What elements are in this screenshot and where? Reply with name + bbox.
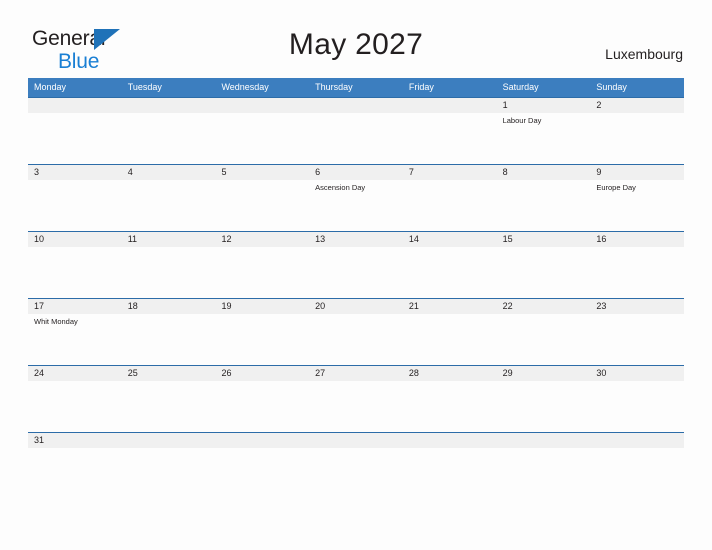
day-cell[interactable]: 13: [309, 232, 403, 298]
page-header: General Blue May 2027 Luxembourg: [0, 0, 712, 78]
day-cell[interactable]: 27: [309, 366, 403, 432]
week-row: 3 4 5 6 Ascension Day 7 8 9 Europe Day: [28, 164, 684, 231]
day-number: 27: [315, 368, 326, 378]
day-number: 16: [596, 234, 607, 244]
day-number: 7: [408, 167, 414, 177]
day-number: 9: [596, 167, 602, 177]
weekday-header-saturday: Saturday: [502, 82, 539, 92]
day-cell[interactable]: 23: [590, 299, 684, 365]
day-cell[interactable]: 31: [28, 433, 122, 456]
day-cell[interactable]: 18: [122, 299, 216, 365]
day-cell[interactable]: 24: [28, 366, 122, 432]
day-event: Whit Monday: [34, 317, 78, 326]
day-number: 11: [127, 234, 138, 244]
weekday-header-thursday: Thursday: [315, 82, 353, 92]
day-cell[interactable]: 9 Europe Day: [590, 165, 684, 231]
day-cell[interactable]: 8: [497, 165, 591, 231]
day-number: 18: [127, 301, 138, 311]
day-number: 21: [408, 301, 419, 311]
day-number: 15: [502, 234, 513, 244]
day-number: 13: [315, 234, 326, 244]
day-cell[interactable]: 12: [215, 232, 309, 298]
day-cell[interactable]: 7: [403, 165, 497, 231]
week-row: 17 Whit Monday 18 19 20 21 22 23: [28, 298, 684, 365]
day-number: 4: [127, 167, 133, 177]
day-cell[interactable]: 14: [403, 232, 497, 298]
calendar-grid: Monday Tuesday Wednesday Thursday Friday…: [28, 78, 684, 456]
day-number: 6: [315, 167, 321, 177]
day-cell[interactable]: 10: [28, 232, 122, 298]
day-number: 3: [34, 167, 40, 177]
day-cell[interactable]: 28: [403, 366, 497, 432]
day-number: 24: [34, 368, 45, 378]
day-cell[interactable]: 16: [590, 232, 684, 298]
day-number: 23: [596, 301, 607, 311]
day-cell[interactable]: 15: [497, 232, 591, 298]
day-number: 28: [408, 368, 419, 378]
day-number: 30: [596, 368, 607, 378]
day-number: 29: [502, 368, 513, 378]
day-cell[interactable]: [122, 433, 216, 456]
day-cell[interactable]: 5: [215, 165, 309, 231]
day-cell[interactable]: 20: [309, 299, 403, 365]
day-cell[interactable]: 21: [403, 299, 497, 365]
country-label: Luxembourg: [605, 46, 683, 62]
weekday-header-sunday: Sunday: [596, 82, 627, 92]
day-cell[interactable]: [309, 98, 403, 164]
day-cell[interactable]: [590, 433, 684, 456]
day-cell[interactable]: 30: [590, 366, 684, 432]
day-cell[interactable]: [28, 98, 122, 164]
day-cell[interactable]: 1 Labour Day: [497, 98, 591, 164]
day-event: Ascension Day: [315, 183, 366, 192]
day-cell[interactable]: 3: [28, 165, 122, 231]
day-cell[interactable]: [215, 98, 309, 164]
day-number: 1: [502, 100, 508, 110]
day-cell[interactable]: [403, 98, 497, 164]
day-cell[interactable]: [403, 433, 497, 456]
day-cell[interactable]: [215, 433, 309, 456]
day-event: Europe Day: [596, 183, 636, 192]
day-cell[interactable]: 4: [122, 165, 216, 231]
day-cell[interactable]: 6 Ascension Day: [309, 165, 403, 231]
day-cell[interactable]: [122, 98, 216, 164]
day-cell[interactable]: 2: [590, 98, 684, 164]
weekday-header-row: Monday Tuesday Wednesday Thursday Friday…: [28, 78, 684, 97]
weekday-header-tuesday: Tuesday: [127, 82, 162, 92]
day-number: 14: [408, 234, 419, 244]
day-number: 5: [221, 167, 227, 177]
week-row: 24 25 26 27 28 29 30: [28, 365, 684, 432]
day-number: 22: [502, 301, 513, 311]
day-cell[interactable]: 19: [215, 299, 309, 365]
weekday-header-wednesday: Wednesday: [221, 82, 269, 92]
day-cell[interactable]: 11: [122, 232, 216, 298]
day-number: 26: [221, 368, 232, 378]
day-number: 31: [34, 435, 45, 445]
day-cell[interactable]: [309, 433, 403, 456]
weekday-header-monday: Monday: [34, 82, 67, 92]
day-cell[interactable]: 17 Whit Monday: [28, 299, 122, 365]
day-number: 12: [221, 234, 232, 244]
day-number: 2: [596, 100, 602, 110]
week-row: 31: [28, 432, 684, 456]
day-cell[interactable]: 26: [215, 366, 309, 432]
week-row: 1 Labour Day 2: [28, 97, 684, 164]
day-cell[interactable]: [497, 433, 591, 456]
day-event: Labour Day: [502, 116, 542, 125]
day-number: 17: [34, 301, 45, 311]
day-cell[interactable]: 22: [497, 299, 591, 365]
weekday-header-friday: Friday: [408, 82, 434, 92]
day-number: 10: [34, 234, 45, 244]
week-row: 10 11 12 13 14 15 16: [28, 231, 684, 298]
day-cell[interactable]: 25: [122, 366, 216, 432]
day-number: 19: [221, 301, 232, 311]
day-number: 25: [127, 368, 138, 378]
day-number: 20: [315, 301, 326, 311]
day-number: 8: [502, 167, 508, 177]
day-cell[interactable]: 29: [497, 366, 591, 432]
